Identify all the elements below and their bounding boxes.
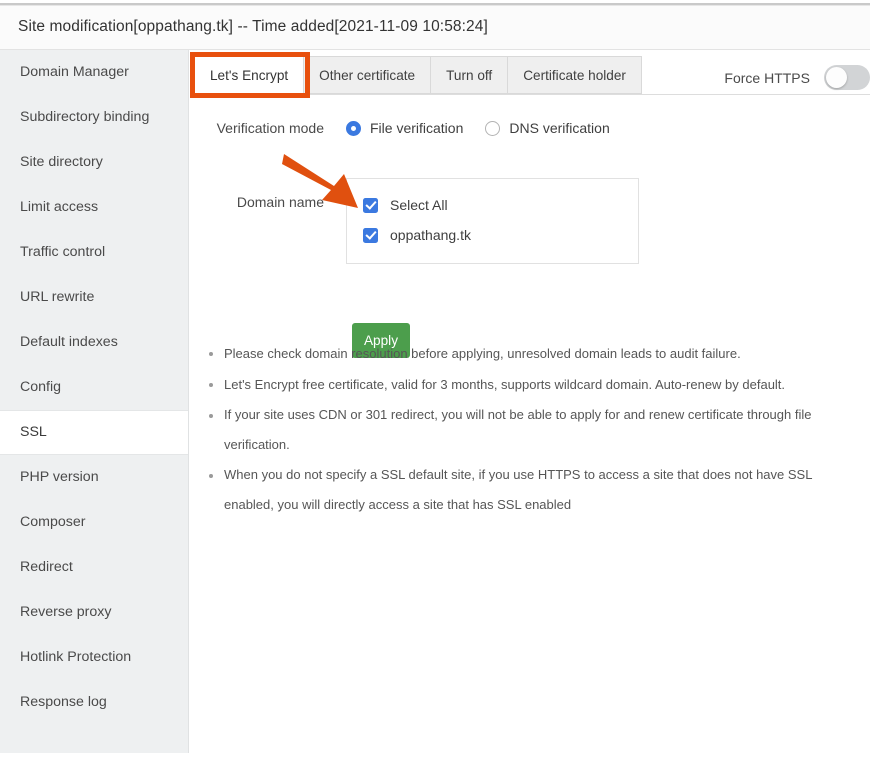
radio-file-verification-label: File verification — [370, 120, 464, 136]
radio-selected-icon — [346, 120, 361, 136]
page-header: Site modification[oppathang.tk] -- Time … — [0, 6, 870, 50]
force-https-control: Force HTTPS — [724, 65, 870, 90]
tab-other-certificate[interactable]: Other certificate — [304, 56, 432, 94]
force-https-toggle[interactable] — [824, 65, 870, 90]
tab-lets-encrypt[interactable]: Let's Encrypt — [194, 56, 305, 94]
sidebar-item-php-version[interactable]: PHP version — [0, 455, 188, 500]
sidebar-item-composer[interactable]: Composer — [0, 500, 188, 545]
sidebar-item-subdirectory-binding[interactable]: Subdirectory binding — [0, 95, 188, 140]
domain-name-row: Domain name Select All oppathang.tk — [190, 178, 870, 264]
note-item: Please check domain resolution before ap… — [196, 338, 864, 369]
sidebar-item-traffic-control[interactable]: Traffic control — [0, 230, 188, 275]
checkbox-select-all-label: Select All — [390, 197, 448, 213]
tab-turn-off[interactable]: Turn off — [431, 56, 509, 94]
verification-mode-row: Verification mode File verification DNS … — [190, 120, 870, 136]
tab-certificate-holder[interactable]: Certificate holder — [508, 56, 642, 94]
tab-strip: Let's Encrypt Other certificate Turn off… — [190, 56, 870, 96]
checkbox-oppathang-tk[interactable]: oppathang.tk — [363, 220, 638, 250]
sidebar-item-ssl[interactable]: SSL — [0, 410, 188, 455]
sidebar-item-site-directory[interactable]: Site directory — [0, 140, 188, 185]
tab-strip-underline — [194, 94, 870, 95]
checkbox-oppathang-tk-label: oppathang.tk — [390, 227, 471, 243]
radio-dns-verification-label: DNS verification — [509, 120, 610, 136]
sidebar-item-domain-manager[interactable]: Domain Manager — [0, 50, 188, 95]
note-item: Let's Encrypt free certificate, valid fo… — [196, 369, 864, 400]
sidebar-item-response-log[interactable]: Response log — [0, 680, 188, 725]
note-item: If your site uses CDN or 301 redirect, y… — [196, 400, 864, 460]
tab-list: Let's Encrypt Other certificate Turn off… — [194, 56, 642, 94]
radio-unselected-icon — [485, 120, 501, 136]
sidebar-item-redirect[interactable]: Redirect — [0, 545, 188, 590]
toggle-knob — [826, 67, 847, 88]
radio-dns-verification[interactable]: DNS verification — [485, 120, 610, 136]
sidebar-item-reverse-proxy[interactable]: Reverse proxy — [0, 590, 188, 635]
note-item: When you do not specify a SSL default si… — [196, 460, 864, 520]
sidebar-item-config[interactable]: Config — [0, 365, 188, 410]
sidebar-item-limit-access[interactable]: Limit access — [0, 185, 188, 230]
force-https-label: Force HTTPS — [724, 69, 810, 86]
sidebar-item-url-rewrite[interactable]: URL rewrite — [0, 275, 188, 320]
page-title: Site modification[oppathang.tk] -- Time … — [18, 18, 488, 35]
domain-name-label: Domain name — [236, 194, 324, 210]
checkmark-icon — [363, 227, 378, 243]
checkmark-icon — [363, 197, 378, 213]
radio-file-verification[interactable]: File verification — [346, 120, 463, 136]
sidebar-item-hotlink-protection[interactable]: Hotlink Protection — [0, 635, 188, 680]
help-notes: Please check domain resolution before ap… — [196, 338, 864, 520]
sidebar-item-default-indexes[interactable]: Default indexes — [0, 320, 188, 365]
checkbox-select-all[interactable]: Select All — [363, 190, 638, 220]
sidebar: Domain Manager Subdirectory binding Site… — [0, 50, 189, 753]
domain-checkbox-panel: Select All oppathang.tk — [346, 178, 639, 264]
main-content: Let's Encrypt Other certificate Turn off… — [190, 50, 870, 765]
verification-mode-label: Verification mode — [216, 120, 324, 136]
